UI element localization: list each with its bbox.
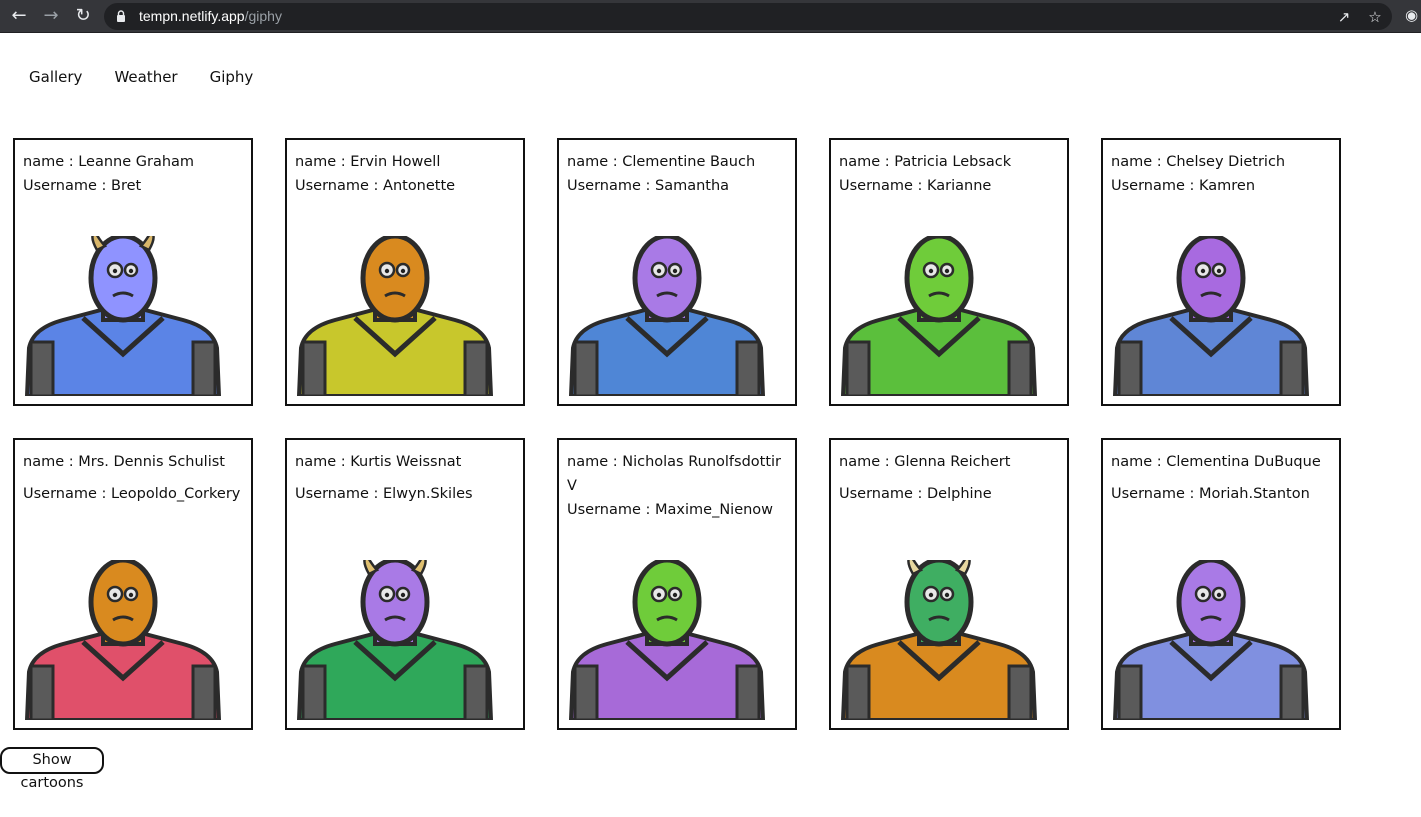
user-card: name : Clementina DuBuque Username : Mori… — [1101, 438, 1341, 730]
user-username: Username : Moriah.Stanton — [1111, 486, 1310, 502]
nav-link-weather[interactable]: Weather — [114, 68, 177, 86]
bookmark-star-icon[interactable]: ☆ — [1365, 7, 1385, 27]
cartoon-avatar-icon — [1112, 236, 1310, 396]
user-name: name : Mrs. Dennis Schulist — [23, 454, 225, 470]
user-name: name : Glenna Reichert — [839, 454, 1011, 470]
cartoon-avatar-icon — [24, 236, 222, 396]
nav-link-giphy[interactable]: Giphy — [210, 68, 254, 86]
user-card: name : Clementine Bauch Username : Samant… — [557, 138, 797, 406]
user-username: Username : Kamren — [1111, 178, 1256, 194]
user-username: Username : Antonette — [295, 178, 456, 194]
cartoon-avatar-icon — [296, 560, 494, 720]
lock-icon — [117, 10, 125, 22]
cartoon-avatar-icon — [1112, 560, 1310, 720]
user-username: Username : Bret — [23, 178, 142, 194]
nav-link-gallery[interactable]: Gallery — [29, 68, 82, 86]
user-name: name : Patricia Lebsack — [839, 154, 1012, 170]
user-username: Username : Maxime_Nienow — [567, 502, 774, 518]
user-name: name : Ervin Howell — [295, 154, 441, 170]
main-nav: Gallery Weather Giphy — [29, 68, 253, 86]
show-cartoons-button[interactable]: Show cartoons — [0, 747, 104, 791]
user-card: name : Leanne Graham Username : Bret — [13, 138, 253, 406]
user-name: name : Leanne Graham — [23, 154, 195, 170]
cartoon-avatar-icon — [840, 560, 1038, 720]
user-name: name : Clementina DuBuque — [1111, 454, 1321, 470]
user-card: name : Chelsey Dietrich Username : Kamren — [1101, 138, 1341, 406]
url-text: tempn.netlify.app/giphy — [139, 8, 282, 24]
forward-arrow-icon[interactable]: → — [40, 5, 62, 27]
user-card: name : Glenna Reichert Username : Delphin… — [829, 438, 1069, 730]
browser-toolbar: ← → ↻ tempn.netlify.app/giphy ↗ ☆ ◉ — [0, 0, 1421, 33]
user-card: name : Nicholas Runolfsdottir V Username … — [557, 438, 797, 730]
user-card: name : Ervin Howell Username : Antonette — [285, 138, 525, 406]
back-arrow-icon[interactable]: ← — [8, 5, 30, 27]
user-card: name : Mrs. Dennis Schulist Username : Le… — [13, 438, 253, 730]
user-card: name : Patricia Lebsack Username : Karian… — [829, 138, 1069, 406]
user-username: Username : Leopoldo_Corkery — [23, 486, 241, 502]
user-name: name : Clementine Bauch — [567, 154, 756, 170]
user-username: Username : Delphine — [839, 486, 992, 502]
cartoon-avatar-icon — [840, 236, 1038, 396]
address-bar[interactable]: tempn.netlify.app/giphy ↗ ☆ — [104, 3, 1392, 30]
user-username: Username : Samantha — [567, 178, 730, 194]
globe-icon[interactable]: ◉ — [1405, 6, 1421, 24]
user-card: name : Kurtis Weissnat Username : Elwyn.S… — [285, 438, 525, 730]
user-username: Username : Elwyn.Skiles — [295, 486, 473, 502]
share-icon[interactable]: ↗ — [1334, 7, 1354, 27]
user-name: name : Kurtis Weissnat — [295, 454, 462, 470]
cartoon-avatar-icon — [568, 236, 766, 396]
user-username: Username : Karianne — [839, 178, 992, 194]
user-name: name : Chelsey Dietrich — [1111, 154, 1286, 170]
cartoon-avatar-icon — [24, 560, 222, 720]
reload-icon[interactable]: ↻ — [72, 5, 94, 27]
cartoon-avatar-icon — [296, 236, 494, 396]
cartoon-avatar-icon — [568, 560, 766, 720]
user-name: name : Nicholas Runolfsdottir V — [567, 454, 782, 494]
